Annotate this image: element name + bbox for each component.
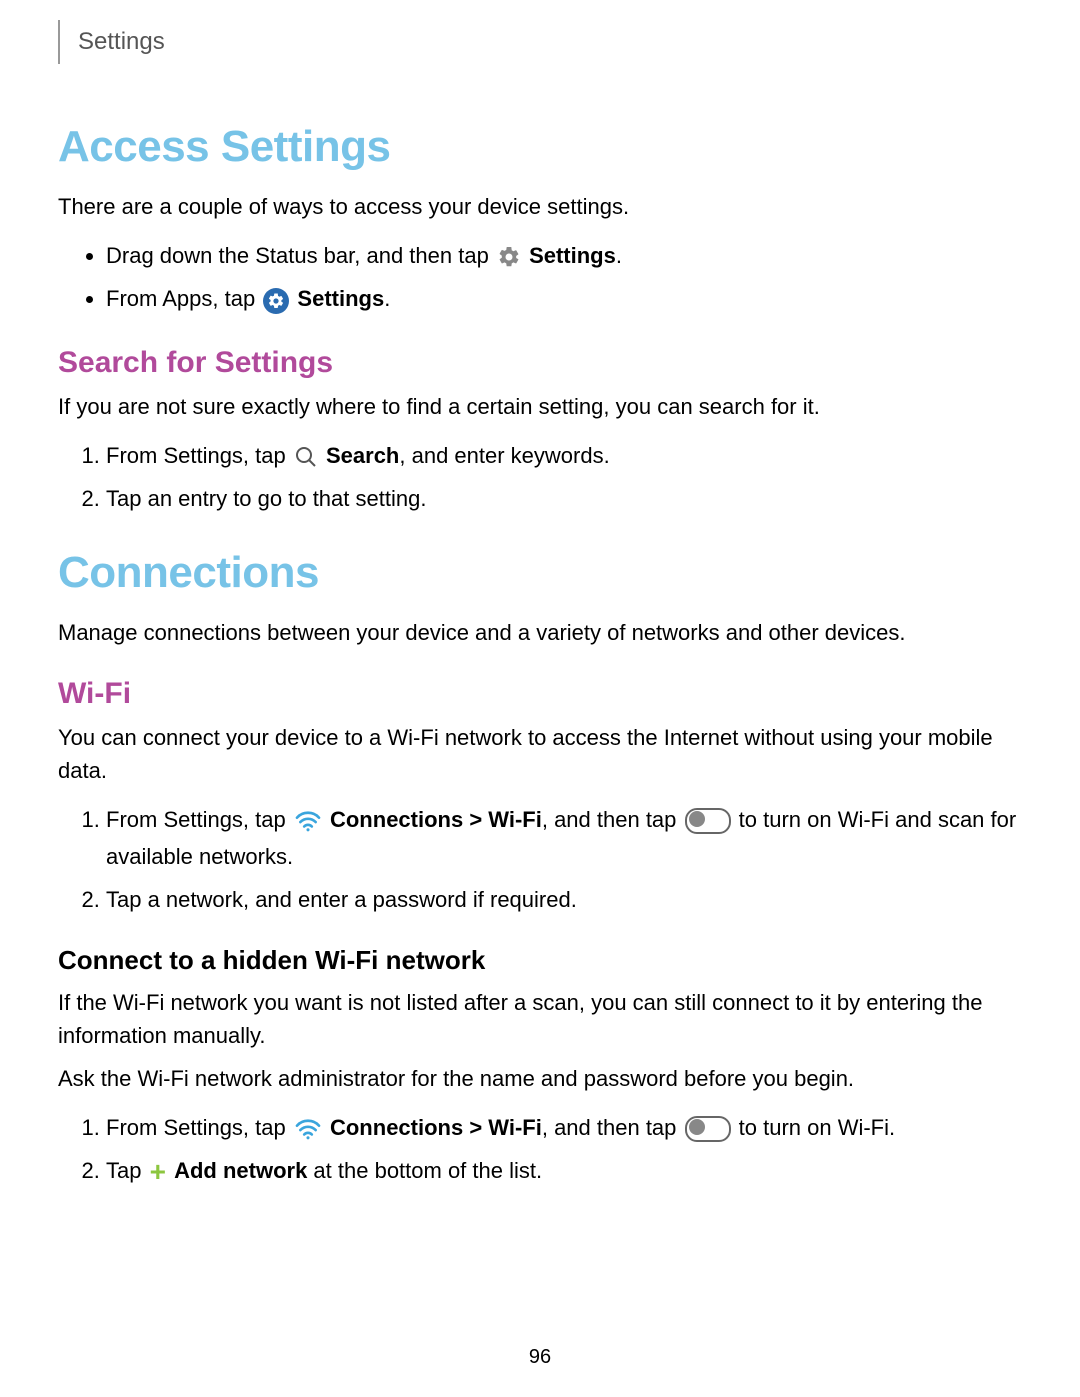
intro-search: If you are not sure exactly where to fin… — [58, 390, 1022, 423]
document-page: Settings Access Settings There are a cou… — [0, 0, 1080, 1397]
text: Drag down the Status bar, and then tap — [106, 243, 495, 268]
bullet-apps: From Apps, tap Settings. — [106, 280, 1022, 317]
step-wifi-2: Tap a network, and enter a password if r… — [106, 881, 1022, 918]
bullet-statusbar: Drag down the Status bar, and then tap S… — [106, 237, 1022, 274]
intro-hidden: If the Wi-Fi network you want is not lis… — [58, 986, 1022, 1052]
text: at the bottom of the list. — [307, 1158, 542, 1183]
wifi-icon — [294, 1118, 322, 1140]
step-wifi-1: From Settings, tap Connections > Wi-Fi, … — [106, 801, 1022, 876]
wifi-steps: From Settings, tap Connections > Wi-Fi, … — [58, 801, 1022, 919]
text: From Settings, tap — [106, 1115, 292, 1140]
header-tab: Settings — [58, 20, 183, 64]
h1-connections: Connections — [58, 548, 1022, 598]
text: From Settings, tap — [106, 807, 292, 832]
text: to turn on Wi-Fi. — [739, 1115, 895, 1140]
toggle-off-icon — [685, 808, 731, 834]
h2-search-settings: Search for Settings — [58, 346, 1022, 380]
step-hidden-1: From Settings, tap Connections > Wi-Fi, … — [106, 1109, 1022, 1146]
gear-icon — [497, 245, 521, 269]
text: , and enter keywords. — [399, 443, 609, 468]
step-search-1: From Settings, tap Search, and enter key… — [106, 437, 1022, 474]
text-bold: Settings — [297, 286, 384, 311]
intro-access: There are a couple of ways to access you… — [58, 190, 1022, 223]
settings-app-icon — [263, 288, 289, 314]
h1-access-settings: Access Settings — [58, 122, 1022, 172]
step-search-2: Tap an entry to go to that setting. — [106, 480, 1022, 517]
h2-wifi: Wi-Fi — [58, 677, 1022, 711]
h3-hidden-wifi: Connect to a hidden Wi-Fi network — [58, 945, 1022, 976]
text-bold: Connections > Wi-Fi — [330, 807, 542, 832]
plus-icon: + — [150, 1158, 166, 1186]
note-hidden: Ask the Wi-Fi network administrator for … — [58, 1062, 1022, 1095]
text: , and then tap — [542, 1115, 683, 1140]
text: . — [384, 286, 390, 311]
hidden-steps: From Settings, tap Connections > Wi-Fi, … — [58, 1109, 1022, 1190]
text: . — [616, 243, 622, 268]
text-bold: Settings — [529, 243, 616, 268]
text: , and then tap — [542, 807, 683, 832]
intro-wifi: You can connect your device to a Wi-Fi n… — [58, 721, 1022, 787]
text: From Settings, tap — [106, 443, 292, 468]
step-hidden-2: Tap + Add network at the bottom of the l… — [106, 1152, 1022, 1189]
search-icon — [294, 445, 318, 469]
text-bold: Search — [326, 443, 399, 468]
text: From Apps, tap — [106, 286, 261, 311]
page-number: 96 — [0, 1346, 1080, 1369]
text: Tap — [106, 1158, 148, 1183]
wifi-icon — [294, 810, 322, 832]
access-bullet-list: Drag down the Status bar, and then tap S… — [58, 237, 1022, 318]
intro-connections: Manage connections between your device a… — [58, 616, 1022, 649]
text-bold: Add network — [174, 1158, 307, 1183]
text-bold: Connections > Wi-Fi — [330, 1115, 542, 1140]
search-steps: From Settings, tap Search, and enter key… — [58, 437, 1022, 518]
toggle-off-icon — [685, 1116, 731, 1142]
